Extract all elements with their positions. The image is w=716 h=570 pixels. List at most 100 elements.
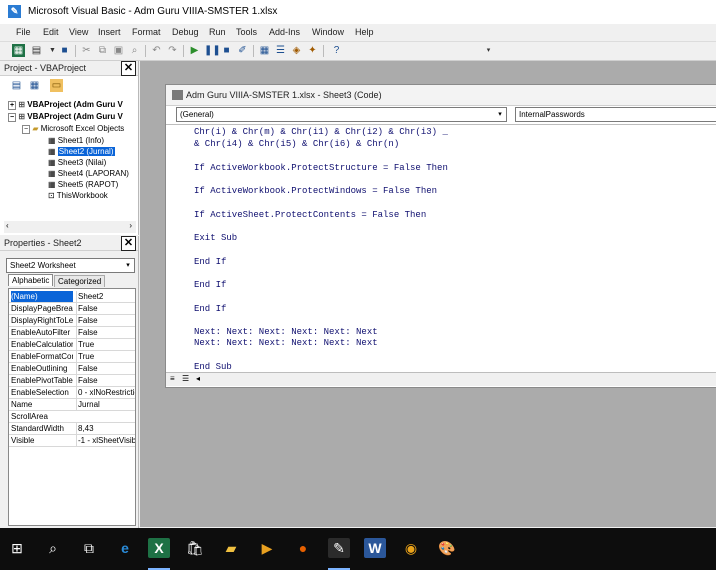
view-code-icon[interactable]: ▤ [10,79,23,92]
property-row[interactable]: EnableCalculation True [9,339,135,351]
chrome-icon[interactable]: ◉ [400,538,422,558]
paint-icon[interactable]: 🎨 [436,538,458,558]
cut-icon[interactable]: ✂ [80,44,93,57]
store-icon[interactable]: 🛍 [184,538,206,558]
menu-add-ins[interactable]: Add-Ins [269,27,300,37]
code-line: Next: Next: Next: Next: Next: Next [194,338,378,348]
edge-icon[interactable]: e [114,538,136,558]
menu-view[interactable]: View [69,27,88,37]
close-icon[interactable]: ✕ [121,236,136,251]
find-icon[interactable]: ⌕ [128,44,141,57]
menu-run[interactable]: Run [209,27,226,37]
properties-window-icon[interactable]: ☰ [274,44,287,57]
code-editor[interactable]: Chr(i) & Chr(m) & Chr(i1) & Chr(i2) & Ch… [166,124,716,372]
workbook-icon: ⊡ [48,191,55,200]
menu-bar: File Edit View Insert Format Debug Run T… [0,24,716,42]
toolbox-icon[interactable]: ✦ [306,44,319,57]
code-hscroll[interactable]: ≡ ☰ ◂ [166,372,716,386]
windows-start-icon[interactable]: ⊞ [6,538,28,558]
design-mode-icon[interactable]: ✐ [236,44,249,57]
project-explorer: Project - VBAProject ✕ ▤ ▦ ▭ + ⊞ VBAProj… [0,61,139,235]
view-excel-icon[interactable]: ▦ [12,44,25,57]
dropdown-arrow-icon[interactable]: ▾ [123,259,133,272]
close-icon[interactable]: ✕ [121,61,136,76]
procedure-combo[interactable]: InternalPasswords [515,107,716,122]
tree-item[interactable]: − ⊞ VBAProject (Adm Guru V [8,112,123,122]
toolbar-separator [75,45,76,57]
tab-categorized[interactable]: Categorized [54,275,106,287]
menu-help[interactable]: Help [355,27,374,37]
media-player-icon[interactable]: ▶ [256,538,278,558]
property-row[interactable]: EnablePivotTable False [9,375,135,387]
menu-tools[interactable]: Tools [236,27,257,37]
vba-app-icon: ✎ [8,5,21,18]
code-window: Adm Guru VIIIA-SMSTER 1.xlsx - Sheet3 (C… [165,84,716,388]
property-row[interactable]: EnableSelection0 - xlNoRestrictions [9,387,135,399]
tree-item[interactable]: + ⊞ VBAProject (Adm Guru V [8,100,123,110]
tree-item[interactable]: ▦ Sheet3 (Nilai) [48,158,106,167]
toggle-folders-icon[interactable]: ▭ [50,79,63,92]
dropdown-arrow-icon[interactable]: ▾ [495,108,505,121]
property-row[interactable]: StandardWidth 8,43 [9,423,135,435]
full-module-view-icon[interactable]: ☰ [182,374,189,383]
object-combo[interactable]: (General) ▾ [176,107,507,122]
menu-debug[interactable]: Debug [172,27,199,37]
project-explorer-icon[interactable]: ▦ [258,44,271,57]
tree-item[interactable]: ⊡ ThisWorkbook [48,191,108,200]
procedure-view-icon[interactable]: ≡ [170,374,175,383]
tree-item-selected[interactable]: ▦ Sheet2 (Jurnal) [48,147,115,156]
insert-userform-icon[interactable]: ▤ [30,44,43,57]
tree-item[interactable]: ▦ Sheet1 (Info) [48,136,104,145]
save-icon[interactable]: ■ [58,44,71,57]
menu-edit[interactable]: Edit [43,27,59,37]
search-icon[interactable]: ⌕ [42,538,64,558]
excel-icon[interactable]: X [148,538,170,558]
menu-window[interactable]: Window [312,27,344,37]
paste-icon[interactable]: ▣ [112,44,125,57]
menu-file[interactable]: File [16,27,31,37]
tree-item[interactable]: ▦ Sheet4 (LAPORAN) [48,169,129,178]
object-selector[interactable]: Sheet2 Worksheet ▾ [6,258,135,273]
menu-format[interactable]: Format [132,27,161,37]
file-explorer-icon[interactable]: ▰ [220,538,242,558]
property-row[interactable]: (Name) Sheet2 [9,291,135,303]
redo-icon[interactable]: ↷ [166,44,179,57]
task-view-icon[interactable]: ⧉ [78,538,100,558]
scroll-left-icon[interactable]: ◂ [196,374,200,383]
reset-icon[interactable]: ■ [220,44,233,57]
property-row[interactable]: Name Jurnal [9,399,135,411]
scroll-right-icon[interactable]: › [129,221,132,230]
tree-item[interactable]: ▦ Sheet5 (RAPOT) [48,180,118,189]
menu-insert[interactable]: Insert [98,27,121,37]
app-icon[interactable]: ✎ [328,538,350,558]
code-window-titlebar[interactable]: Adm Guru VIIIA-SMSTER 1.xlsx - Sheet3 (C… [166,85,716,106]
object-browser-icon[interactable]: ◈ [290,44,303,57]
code-line: If ActiveWorkbook.ProtectWindows = False… [194,186,438,196]
break-icon[interactable]: ❚❚ [204,44,221,57]
property-row[interactable]: DisplayRightToLeft False [9,315,135,327]
title-bar: ✎ Microsoft Visual Basic - Adm Guru VIII… [0,0,716,25]
undo-icon[interactable]: ↶ [150,44,163,57]
property-row[interactable]: DisplayPageBreaksFalse [9,303,135,315]
property-row[interactable]: EnableOutlining False [9,363,135,375]
property-row[interactable]: Visible -1 - xlSheetVisible [9,435,135,447]
property-row[interactable]: ScrollArea [9,411,135,423]
sheet-icon: ▦ [48,180,56,189]
run-icon[interactable]: ▶ [188,44,201,57]
view-object-icon[interactable]: ▦ [28,79,41,92]
copy-icon[interactable]: ⧉ [96,44,109,57]
standard-toolbar: ▦ ▤ ▼ ■ ✂ ⧉ ▣ ⌕ ↶ ↷ ▶ ❚❚ ■ ✐ ▦ ☰ ◈ ✦ ? ▾ [0,42,716,61]
project-tree: + ⊞ VBAProject (Adm Guru V − ⊞ VBAProjec… [8,98,138,223]
help-icon[interactable]: ? [330,44,343,57]
scroll-left-icon[interactable]: ‹ [6,221,9,230]
properties-pane-header: Properties - Sheet2 ✕ [0,236,138,251]
property-row[interactable]: EnableFormatConditionsCalculationTrue [9,351,135,363]
tab-alphabetic[interactable]: Alphabetic [8,274,54,286]
word-icon[interactable]: W [364,538,386,558]
tree-folder[interactable]: − ▰ Microsoft Excel Objects [22,124,124,134]
firefox-icon[interactable]: ● [292,538,314,558]
property-row[interactable]: EnableAutoFilter False [9,327,135,339]
toolbar-options-icon[interactable]: ▾ [482,44,495,57]
code-line: & Chr(i4) & Chr(i5) & Chr(i6) & Chr(n) [194,139,400,149]
project-hscroll[interactable]: ‹ › [4,221,136,233]
